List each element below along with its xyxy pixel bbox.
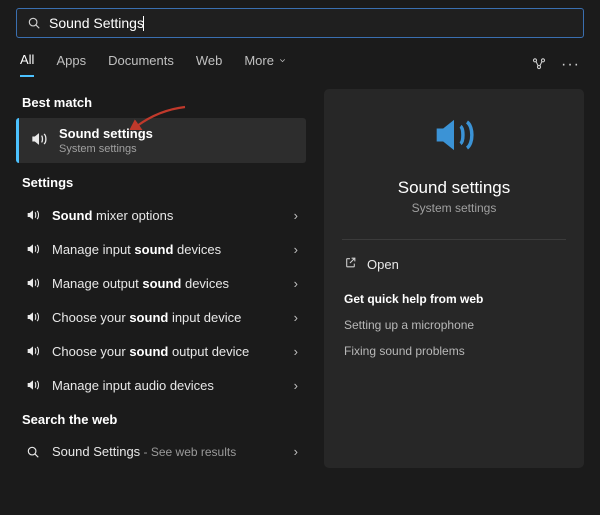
- settings-item-label: Sound mixer options: [52, 208, 284, 223]
- settings-item-label: Manage input sound devices: [52, 242, 284, 257]
- content: Best match Sound settings System setting…: [0, 77, 600, 480]
- chevron-down-icon: [278, 56, 287, 65]
- detail-panel: Sound settings System settings Open Get …: [324, 89, 584, 468]
- settings-item[interactable]: Manage input audio devices ›: [16, 368, 306, 402]
- best-match-result[interactable]: Sound settings System settings: [16, 118, 306, 163]
- tab-all[interactable]: All: [20, 52, 34, 77]
- tabs-row: All Apps Documents Web More ···: [0, 42, 600, 77]
- settings-item-label: Manage input audio devices: [52, 378, 284, 393]
- chevron-right-icon: ›: [294, 378, 298, 393]
- settings-item[interactable]: Choose your sound output device ›: [16, 334, 306, 368]
- search-icon: [27, 16, 41, 30]
- open-label: Open: [367, 257, 399, 272]
- results-column: Best match Sound settings System setting…: [16, 89, 306, 468]
- tab-more[interactable]: More: [244, 52, 287, 77]
- speaker-icon-large: [428, 109, 480, 164]
- settings-item-label: Manage output sound devices: [52, 276, 284, 291]
- chevron-right-icon: ›: [294, 310, 298, 325]
- settings-item[interactable]: Choose your sound input device ›: [16, 300, 306, 334]
- speaker-icon: [29, 129, 49, 152]
- speaker-icon: [24, 207, 42, 223]
- best-match-title: Sound settings: [59, 126, 153, 141]
- best-match-subtitle: System settings: [59, 143, 153, 155]
- section-settings: Settings: [22, 175, 306, 190]
- help-heading: Get quick help from web: [324, 280, 584, 312]
- chevron-right-icon: ›: [294, 344, 298, 359]
- tab-documents[interactable]: Documents: [108, 52, 174, 77]
- detail-title: Sound settings: [398, 178, 510, 198]
- chevron-right-icon: ›: [294, 208, 298, 223]
- search-bar[interactable]: Sound Settings: [16, 8, 584, 38]
- best-match-text: Sound settings System settings: [59, 126, 153, 155]
- web-result-item[interactable]: Sound Settings - See web results ›: [16, 435, 306, 468]
- settings-list: Sound mixer options › Manage input sound…: [16, 198, 306, 402]
- header-right-icons: ···: [531, 55, 580, 74]
- tab-apps[interactable]: Apps: [56, 52, 86, 77]
- settings-item[interactable]: Manage input sound devices ›: [16, 232, 306, 266]
- tab-web[interactable]: Web: [196, 52, 223, 77]
- speaker-icon: [24, 309, 42, 325]
- divider: [342, 239, 566, 240]
- settings-item[interactable]: Manage output sound devices ›: [16, 266, 306, 300]
- tabs: All Apps Documents Web More: [20, 52, 287, 77]
- open-icon: [344, 256, 357, 272]
- chevron-right-icon: ›: [294, 276, 298, 291]
- help-link[interactable]: Fixing sound problems: [324, 338, 584, 364]
- speaker-icon: [24, 377, 42, 393]
- settings-item-label: Choose your sound input device: [52, 310, 284, 325]
- web-result-label: Sound Settings - See web results: [52, 444, 284, 459]
- chevron-right-icon: ›: [294, 444, 298, 459]
- help-link[interactable]: Setting up a microphone: [324, 312, 584, 338]
- search-bar-container: Sound Settings: [0, 0, 600, 42]
- speaker-icon: [24, 241, 42, 257]
- settings-item[interactable]: Sound mixer options ›: [16, 198, 306, 232]
- speaker-icon: [24, 275, 42, 291]
- section-search-web: Search the web: [22, 412, 306, 427]
- more-icon[interactable]: ···: [561, 56, 580, 74]
- section-best-match: Best match: [22, 95, 306, 110]
- detail-hero: Sound settings System settings: [324, 109, 584, 231]
- search-input[interactable]: Sound Settings: [49, 15, 573, 31]
- detail-subtitle: System settings: [412, 201, 497, 215]
- search-icon: [24, 445, 42, 459]
- chevron-right-icon: ›: [294, 242, 298, 257]
- speaker-icon: [24, 343, 42, 359]
- search-input-value: Sound Settings: [49, 15, 144, 31]
- settings-item-label: Choose your sound output device: [52, 344, 284, 359]
- open-action[interactable]: Open: [324, 248, 584, 280]
- text-caret: [143, 16, 144, 31]
- connector-icon[interactable]: [531, 55, 547, 74]
